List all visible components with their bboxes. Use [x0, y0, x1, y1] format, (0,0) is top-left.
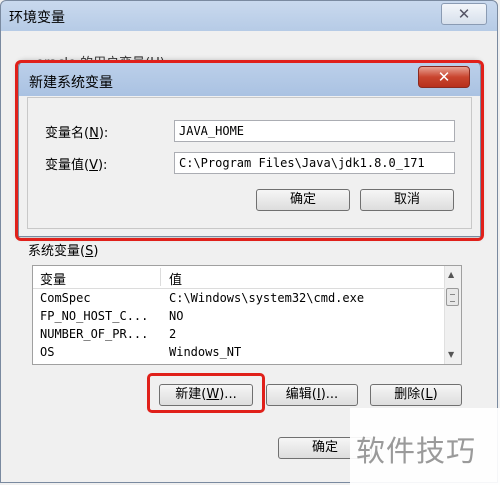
delete-button[interactable]: 删除(L) — [370, 384, 462, 406]
scrollbar-thumb[interactable] — [446, 288, 459, 306]
table-row[interactable]: NUMBER_OF_PR... 2 — [33, 326, 447, 344]
column-header-variable[interactable]: 变量 — [40, 269, 66, 288]
list-header: 变量 值 — [33, 266, 447, 289]
watermark: 软件技巧 — [350, 408, 500, 485]
column-separator[interactable] — [160, 268, 161, 286]
watermark-text: 软件技巧 — [356, 434, 477, 468]
system-variables-label: 系统变量(S) — [28, 244, 99, 259]
dialog-highlight — [15, 60, 484, 241]
edit-button[interactable]: 编辑(I)... — [266, 384, 358, 406]
system-variables-list[interactable]: 变量 值 ComSpec C:\Windows\system32\cmd.exe… — [32, 265, 462, 365]
scroll-up-icon[interactable]: ▲ — [448, 270, 454, 279]
table-row[interactable]: FP_NO_HOST_C... NO — [33, 308, 447, 326]
column-header-value[interactable]: 值 — [169, 269, 182, 288]
scroll-down-icon[interactable]: ▼ — [448, 350, 454, 359]
window-title: 环境变量 — [9, 10, 65, 26]
close-icon[interactable]: ✕ — [441, 3, 487, 25]
table-row[interactable]: OS Windows_NT — [33, 344, 447, 362]
table-row[interactable]: ComSpec C:\Windows\system32\cmd.exe — [33, 290, 447, 308]
list-scrollbar[interactable]: ▲ ▼ — [444, 266, 461, 364]
new-button[interactable]: 新建(W)... — [159, 384, 253, 406]
